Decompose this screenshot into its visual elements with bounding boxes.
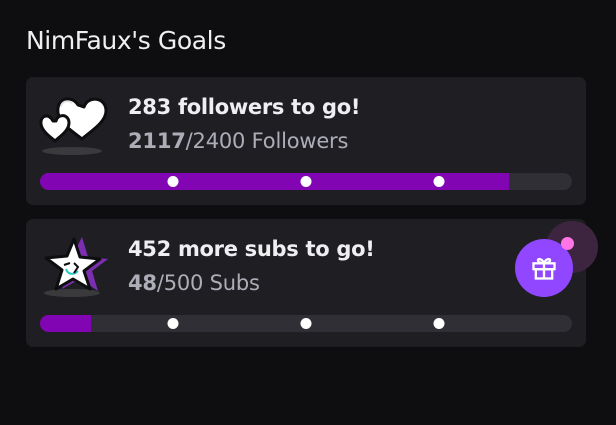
notification-dot bbox=[561, 237, 574, 250]
milestone-marker bbox=[167, 176, 179, 187]
followers-progress-bar bbox=[40, 173, 572, 190]
milestone-marker bbox=[167, 318, 179, 329]
subs-goal-card: 452 more subs to go! 48/500 Subs bbox=[26, 219, 598, 347]
followers-target: 2400 Followers bbox=[192, 129, 349, 153]
gift-icon bbox=[532, 257, 556, 280]
subs-headline: 452 more subs to go! bbox=[128, 237, 375, 261]
subs-separator: / bbox=[156, 271, 164, 295]
star-icon bbox=[38, 233, 110, 299]
milestone-marker bbox=[300, 176, 312, 187]
hearts-icon bbox=[38, 91, 110, 157]
milestone-marker bbox=[433, 176, 445, 187]
followers-goal-card: 283 followers to go! 2117/2400 Followers bbox=[26, 77, 586, 205]
subs-target: 500 Subs bbox=[163, 271, 260, 295]
goals-panel: NimFaux's Goals 283 followers to go! 211… bbox=[0, 0, 616, 425]
milestone-marker bbox=[300, 318, 312, 329]
subs-current-count: 48 bbox=[128, 271, 157, 295]
subs-progress-fill bbox=[40, 315, 92, 332]
followers-headline: 283 followers to go! bbox=[128, 95, 361, 119]
subs-progress-text: 48/500 Subs bbox=[128, 271, 260, 295]
milestone-marker bbox=[433, 318, 445, 329]
goals-title: NimFaux's Goals bbox=[26, 26, 226, 55]
followers-separator: / bbox=[185, 129, 193, 153]
followers-progress-text: 2117/2400 Followers bbox=[128, 129, 348, 153]
followers-current-count: 2117 bbox=[128, 129, 186, 153]
subs-progress-bar bbox=[40, 315, 572, 332]
